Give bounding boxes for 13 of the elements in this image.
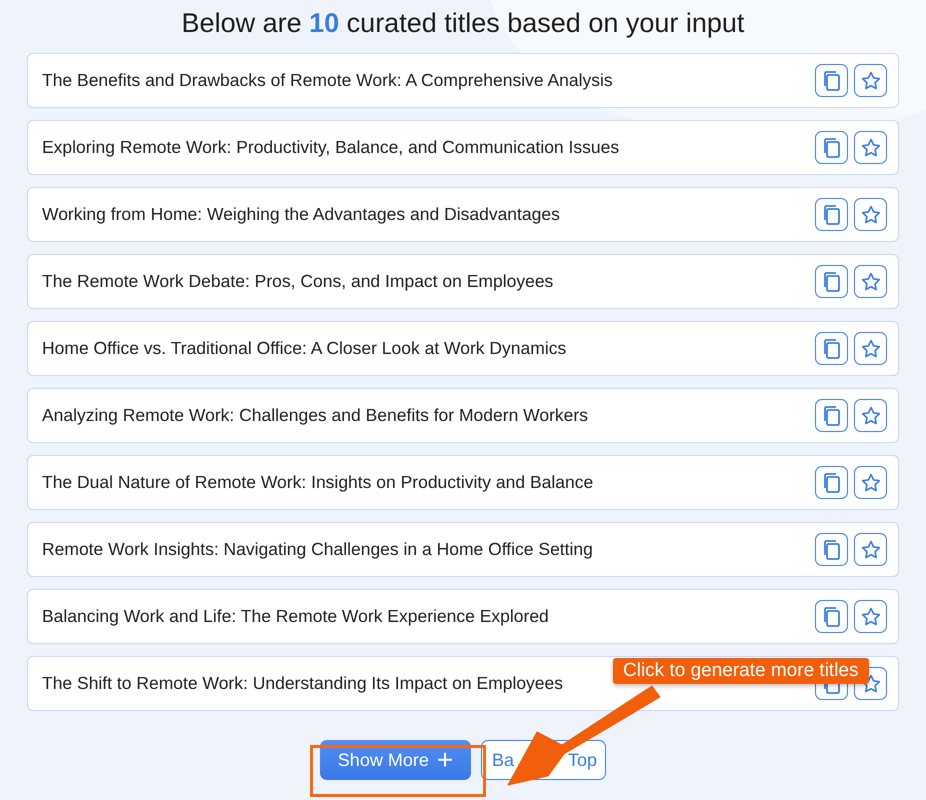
annotation-tooltip: Click to generate more titles	[613, 658, 868, 684]
title-text: Analyzing Remote Work: Challenges and Benefits for Modern Workers	[42, 405, 589, 426]
title-text: The Shift to Remote Work: Understanding Its Impact on Employees	[42, 673, 564, 694]
results-heading: Below are 10 curated titles based on your input	[182, 8, 744, 39]
title-text: Home Office vs. Traditional Office: A Closer Look at Work Dynamics	[42, 338, 568, 359]
plus-icon: +	[436, 746, 454, 774]
title-text: The Benefits and Drawbacks of Remote Work: A Comprehensive Analysis	[42, 70, 614, 91]
title-text: Remote Work Insights: Navigating Challenges in a Home Office Setting	[42, 539, 594, 560]
title-text: Balancing Work and Life: The Remote Work Experience Explored	[42, 606, 550, 627]
title-text: The Dual Nature of Remote Work: Insights on Productivity and Balance	[42, 472, 594, 493]
title-text: Exploring Remote Work: Productivity, Balance, and Communication Issues	[42, 137, 620, 158]
title-text: The Remote Work Debate: Pros, Cons, and Impact on Employees	[42, 271, 554, 292]
title-text: Working from Home: Weighing the Advantages and Disadvantages	[42, 204, 561, 225]
